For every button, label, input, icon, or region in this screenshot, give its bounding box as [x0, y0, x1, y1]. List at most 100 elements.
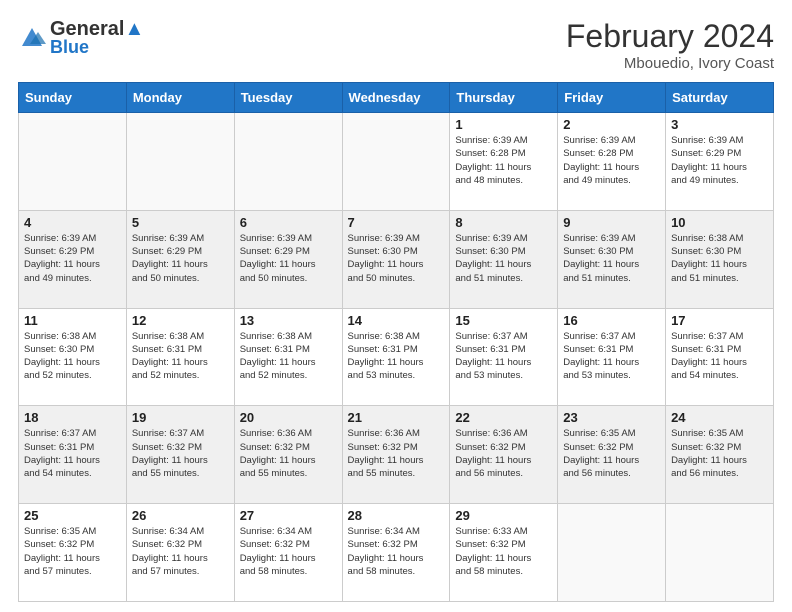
- day-number: 16: [563, 313, 660, 328]
- day-number: 18: [24, 410, 121, 425]
- calendar-cell: 1 Sunrise: 6:39 AMSunset: 6:28 PMDaylight…: [450, 113, 558, 211]
- calendar-cell: [19, 113, 127, 211]
- calendar-cell: 10 Sunrise: 6:38 AMSunset: 6:30 PMDayligh…: [666, 210, 774, 308]
- month-year: February 2024: [566, 18, 774, 55]
- calendar-cell: 24 Sunrise: 6:35 AMSunset: 6:32 PMDayligh…: [666, 406, 774, 504]
- day-number: 5: [132, 215, 229, 230]
- header: General▲ Blue February 2024 Mbouedio, Iv…: [18, 18, 774, 72]
- day-info: Sunrise: 6:35 AMSunset: 6:32 PMDaylight:…: [24, 525, 121, 578]
- day-number: 23: [563, 410, 660, 425]
- day-number: 9: [563, 215, 660, 230]
- day-info: Sunrise: 6:39 AMSunset: 6:30 PMDaylight:…: [455, 232, 552, 285]
- calendar-cell: [666, 504, 774, 602]
- day-info: Sunrise: 6:33 AMSunset: 6:32 PMDaylight:…: [455, 525, 552, 578]
- day-info: Sunrise: 6:39 AMSunset: 6:29 PMDaylight:…: [132, 232, 229, 285]
- day-number: 8: [455, 215, 552, 230]
- day-info: Sunrise: 6:38 AMSunset: 6:31 PMDaylight:…: [240, 330, 337, 383]
- calendar-cell: 3Sunrise: 6:39 AMSunset: 6:29 PMDaylight…: [666, 113, 774, 211]
- calendar-cell: 14Sunrise: 6:38 AMSunset: 6:31 PMDayligh…: [342, 308, 450, 406]
- calendar-cell: 16 Sunrise: 6:37 AMSunset: 6:31 PMDayligh…: [558, 308, 666, 406]
- calendar-table: SundayMondayTuesdayWednesdayThursdayFrid…: [18, 82, 774, 602]
- day-info: Sunrise: 6:39 AMSunset: 6:29 PMDaylight:…: [240, 232, 337, 285]
- day-info: Sunrise: 6:34 AMSunset: 6:32 PMDaylight:…: [132, 525, 229, 578]
- day-info: Sunrise: 6:37 AMSunset: 6:32 PMDaylight:…: [132, 427, 229, 480]
- calendar-cell: 21 Sunrise: 6:36 AMSunset: 6:32 PMDayligh…: [342, 406, 450, 504]
- calendar-header-thursday: Thursday: [450, 83, 558, 113]
- calendar-cell: 23 Sunrise: 6:35 AMSunset: 6:32 PMDayligh…: [558, 406, 666, 504]
- day-number: 27: [240, 508, 337, 523]
- day-number: 3: [671, 117, 768, 132]
- day-number: 12: [132, 313, 229, 328]
- day-number: 20: [240, 410, 337, 425]
- calendar-cell: 4 Sunrise: 6:39 AMSunset: 6:29 PMDaylight…: [19, 210, 127, 308]
- day-number: 21: [348, 410, 445, 425]
- calendar-week-1: 1 Sunrise: 6:39 AMSunset: 6:28 PMDaylight…: [19, 113, 774, 211]
- day-number: 29: [455, 508, 552, 523]
- day-number: 1: [455, 117, 552, 132]
- day-info: Sunrise: 6:38 AMSunset: 6:30 PMDaylight:…: [671, 232, 768, 285]
- day-info: Sunrise: 6:37 AMSunset: 6:31 PMDaylight:…: [455, 330, 552, 383]
- day-info: Sunrise: 6:39 AMSunset: 6:30 PMDaylight:…: [348, 232, 445, 285]
- calendar-cell: 15 Sunrise: 6:37 AMSunset: 6:31 PMDayligh…: [450, 308, 558, 406]
- day-number: 17: [671, 313, 768, 328]
- calendar-cell: 20 Sunrise: 6:36 AMSunset: 6:32 PMDayligh…: [234, 406, 342, 504]
- calendar-header-sunday: Sunday: [19, 83, 127, 113]
- logo: General▲ Blue: [18, 18, 144, 58]
- calendar-cell: 26Sunrise: 6:34 AMSunset: 6:32 PMDayligh…: [126, 504, 234, 602]
- calendar-cell: 25 Sunrise: 6:35 AMSunset: 6:32 PMDayligh…: [19, 504, 127, 602]
- calendar-cell: 9 Sunrise: 6:39 AMSunset: 6:30 PMDaylight…: [558, 210, 666, 308]
- day-number: 28: [348, 508, 445, 523]
- day-number: 10: [671, 215, 768, 230]
- calendar-cell: 6 Sunrise: 6:39 AMSunset: 6:29 PMDaylight…: [234, 210, 342, 308]
- calendar-header-monday: Monday: [126, 83, 234, 113]
- calendar-cell: 17 Sunrise: 6:37 AMSunset: 6:31 PMDayligh…: [666, 308, 774, 406]
- calendar-week-4: 18Sunrise: 6:37 AMSunset: 6:31 PMDayligh…: [19, 406, 774, 504]
- day-info: Sunrise: 6:39 AMSunset: 6:28 PMDaylight:…: [563, 134, 660, 187]
- calendar-week-2: 4 Sunrise: 6:39 AMSunset: 6:29 PMDaylight…: [19, 210, 774, 308]
- location: Mbouedio, Ivory Coast: [566, 55, 774, 72]
- day-info: Sunrise: 6:34 AMSunset: 6:32 PMDaylight:…: [240, 525, 337, 578]
- calendar-cell: [558, 504, 666, 602]
- day-number: 25: [24, 508, 121, 523]
- calendar-cell: 19 Sunrise: 6:37 AMSunset: 6:32 PMDayligh…: [126, 406, 234, 504]
- calendar-cell: [126, 113, 234, 211]
- day-info: Sunrise: 6:36 AMSunset: 6:32 PMDaylight:…: [348, 427, 445, 480]
- calendar-cell: [342, 113, 450, 211]
- day-info: Sunrise: 6:38 AMSunset: 6:31 PMDaylight:…: [348, 330, 445, 383]
- day-number: 4: [24, 215, 121, 230]
- day-info: Sunrise: 6:36 AMSunset: 6:32 PMDaylight:…: [240, 427, 337, 480]
- calendar-cell: 2 Sunrise: 6:39 AMSunset: 6:28 PMDaylight…: [558, 113, 666, 211]
- day-number: 15: [455, 313, 552, 328]
- page: General▲ Blue February 2024 Mbouedio, Iv…: [0, 0, 792, 612]
- day-number: 13: [240, 313, 337, 328]
- day-info: Sunrise: 6:36 AMSunset: 6:32 PMDaylight:…: [455, 427, 552, 480]
- calendar-cell: 12Sunrise: 6:38 AMSunset: 6:31 PMDayligh…: [126, 308, 234, 406]
- day-number: 2: [563, 117, 660, 132]
- day-info: Sunrise: 6:35 AMSunset: 6:32 PMDaylight:…: [671, 427, 768, 480]
- calendar-cell: 7 Sunrise: 6:39 AMSunset: 6:30 PMDaylight…: [342, 210, 450, 308]
- day-number: 6: [240, 215, 337, 230]
- calendar-week-5: 25 Sunrise: 6:35 AMSunset: 6:32 PMDayligh…: [19, 504, 774, 602]
- calendar-header-row: SundayMondayTuesdayWednesdayThursdayFrid…: [19, 83, 774, 113]
- calendar-cell: 18Sunrise: 6:37 AMSunset: 6:31 PMDayligh…: [19, 406, 127, 504]
- calendar-week-3: 11Sunrise: 6:38 AMSunset: 6:30 PMDayligh…: [19, 308, 774, 406]
- calendar-cell: 8 Sunrise: 6:39 AMSunset: 6:30 PMDaylight…: [450, 210, 558, 308]
- day-number: 24: [671, 410, 768, 425]
- day-info: Sunrise: 6:38 AMSunset: 6:30 PMDaylight:…: [24, 330, 121, 383]
- calendar-header-saturday: Saturday: [666, 83, 774, 113]
- day-info: Sunrise: 6:37 AMSunset: 6:31 PMDaylight:…: [671, 330, 768, 383]
- logo-icon: [18, 24, 46, 52]
- day-number: 19: [132, 410, 229, 425]
- day-info: Sunrise: 6:39 AMSunset: 6:30 PMDaylight:…: [563, 232, 660, 285]
- calendar-cell: 22Sunrise: 6:36 AMSunset: 6:32 PMDayligh…: [450, 406, 558, 504]
- day-info: Sunrise: 6:39 AMSunset: 6:29 PMDaylight:…: [24, 232, 121, 285]
- day-info: Sunrise: 6:37 AMSunset: 6:31 PMDaylight:…: [563, 330, 660, 383]
- day-number: 7: [348, 215, 445, 230]
- calendar-cell: 27 Sunrise: 6:34 AMSunset: 6:32 PMDayligh…: [234, 504, 342, 602]
- day-info: Sunrise: 6:35 AMSunset: 6:32 PMDaylight:…: [563, 427, 660, 480]
- title-block: February 2024 Mbouedio, Ivory Coast: [566, 18, 774, 72]
- day-info: Sunrise: 6:39 AMSunset: 6:28 PMDaylight:…: [455, 134, 552, 187]
- calendar-cell: 29 Sunrise: 6:33 AMSunset: 6:32 PMDayligh…: [450, 504, 558, 602]
- calendar-cell: 11Sunrise: 6:38 AMSunset: 6:30 PMDayligh…: [19, 308, 127, 406]
- day-info: Sunrise: 6:34 AMSunset: 6:32 PMDaylight:…: [348, 525, 445, 578]
